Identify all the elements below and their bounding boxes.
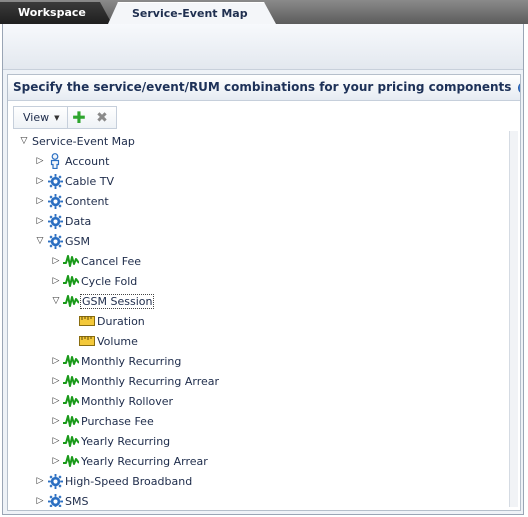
delete-button[interactable]: ✖ (91, 107, 114, 128)
tab-label: Workspace (18, 6, 86, 19)
tree-node-label[interactable]: Monthly Recurring Arrear (80, 375, 220, 388)
tree-node[interactable]: ▽ Service-Event Map (17, 131, 136, 151)
gear-icon (47, 473, 63, 489)
expand-triangle-icon[interactable]: ▷ (33, 196, 47, 206)
expand-triangle-icon[interactable]: ▷ (49, 396, 63, 406)
tree-node-label[interactable]: Service-Event Map (31, 135, 136, 148)
tree-node[interactable]: ▷ Account (33, 151, 110, 171)
tree-node-label[interactable]: Cancel Fee (80, 255, 142, 268)
tree-toolbar: View ▼ ✚ ✖ (13, 106, 117, 129)
gear-icon (47, 213, 63, 229)
tab-label: Service-Event Map (132, 7, 248, 20)
x-icon: ✖ (96, 109, 108, 126)
page-frame: Specify the service/event/RUM combinatio… (2, 24, 524, 515)
add-button[interactable]: ✚ (68, 107, 91, 128)
tree-node[interactable]: ▷ Cable TV (33, 171, 115, 191)
tree-node[interactable]: ▷ Content (33, 191, 110, 211)
tree-node-label[interactable]: Duration (96, 315, 146, 328)
gear-icon (47, 173, 63, 189)
event-icon (63, 393, 79, 409)
header-band (3, 24, 523, 70)
tab-workspace[interactable]: Workspace (0, 2, 112, 24)
tree-node[interactable]: ▽ GSM Session (49, 291, 155, 311)
expand-triangle-icon[interactable]: ▷ (33, 156, 47, 166)
panel-title: Specify the service/event/RUM combinatio… (13, 80, 512, 94)
tree-node-label[interactable]: High-Speed Broadband (64, 475, 193, 488)
tree-node[interactable]: ▷ Purchase Fee (49, 411, 155, 431)
tree-node-label[interactable]: Data (64, 215, 92, 228)
help-icon[interactable]: ? (517, 81, 520, 94)
person-icon (47, 153, 63, 169)
expand-triangle-icon[interactable]: ▷ (49, 456, 63, 466)
tree-node-label[interactable]: Yearly Recurring Arrear (80, 455, 209, 468)
tree-node[interactable]: ▷ Monthly Rollover (49, 391, 174, 411)
tree-node-label[interactable]: GSM (64, 235, 91, 248)
expand-triangle-icon[interactable]: ▷ (49, 416, 63, 426)
tree-node[interactable]: ▷ Monthly Recurring Arrear (49, 371, 220, 391)
expand-triangle-icon[interactable]: ▷ (33, 216, 47, 226)
event-icon (63, 293, 79, 309)
tree-node-label[interactable]: Purchase Fee (80, 415, 155, 428)
tree-node-label[interactable]: Monthly Recurring (80, 355, 182, 368)
gear-icon (47, 493, 63, 507)
collapse-triangle-icon[interactable]: ▽ (33, 236, 47, 246)
panel-header: Specify the service/event/RUM combinatio… (8, 75, 520, 101)
tree-node-label[interactable]: Cycle Fold (80, 275, 138, 288)
expand-triangle-icon[interactable]: ▷ (49, 376, 63, 386)
tree-node-label[interactable]: SMS (64, 495, 89, 508)
tree-node[interactable]: ▷ Yearly Recurring Arrear (49, 451, 209, 471)
service-event-tree: ▽ Service-Event Map ▷ Account ▷ Cable TV ▷ Cont… (13, 131, 506, 507)
tree-node[interactable]: ▷ High-Speed Broadband (33, 471, 193, 491)
tree-node-label[interactable]: Monthly Rollover (80, 395, 174, 408)
tree-node[interactable]: ▷ Data (33, 211, 92, 231)
event-icon (63, 273, 79, 289)
tree-node[interactable]: Volume (65, 331, 139, 351)
tree-node-label[interactable]: Content (64, 195, 110, 208)
tree-node-label[interactable]: Yearly Recurring (80, 435, 171, 448)
gear-icon (47, 233, 63, 249)
expand-triangle-icon[interactable]: ▷ (33, 496, 47, 506)
rum-icon (79, 333, 95, 349)
event-icon (63, 453, 79, 469)
collapse-triangle-icon[interactable]: ▽ (49, 296, 63, 306)
tree-node-label[interactable]: GSM Session (80, 293, 155, 309)
expand-triangle-icon[interactable]: ▷ (49, 256, 63, 266)
tree-node-label[interactable]: Account (64, 155, 110, 168)
collapse-triangle-icon[interactable]: ▽ (17, 136, 31, 146)
tree-node[interactable]: ▷ Monthly Recurring (49, 351, 182, 371)
plus-icon: ✚ (72, 108, 86, 127)
view-menu-button[interactable]: View ▼ (14, 107, 68, 128)
vertical-scrollbar[interactable] (509, 131, 518, 507)
tree-node[interactable]: ▽ GSM (33, 231, 91, 251)
expand-triangle-icon[interactable]: ▷ (49, 276, 63, 286)
service-event-panel: Specify the service/event/RUM combinatio… (7, 74, 521, 511)
expand-triangle-icon[interactable]: ▷ (49, 436, 63, 446)
tree-node[interactable]: ▷ Cycle Fold (49, 271, 138, 291)
event-icon (63, 433, 79, 449)
expand-triangle-icon[interactable]: ▷ (33, 176, 47, 186)
tree-node-label[interactable]: Volume (96, 335, 139, 348)
tree-node[interactable]: ▷ SMS (33, 491, 89, 507)
tree-node[interactable]: Duration (65, 311, 146, 331)
gear-icon (47, 193, 63, 209)
expand-triangle-icon[interactable]: ▷ (49, 356, 63, 366)
view-menu-label: View (23, 111, 50, 124)
tab-bar: Workspace Service-Event Map (0, 0, 528, 24)
event-icon (63, 253, 79, 269)
caret-down-icon: ▼ (54, 113, 60, 122)
event-icon (63, 373, 79, 389)
rum-icon (79, 313, 95, 329)
tree-node[interactable]: ▷ Cancel Fee (49, 251, 142, 271)
tree-node[interactable]: ▷ Yearly Recurring (49, 431, 171, 451)
tree-node-label[interactable]: Cable TV (64, 175, 115, 188)
event-icon (63, 413, 79, 429)
expand-triangle-icon[interactable]: ▷ (33, 476, 47, 486)
event-icon (63, 353, 79, 369)
tab-service-event-map[interactable]: Service-Event Map (108, 2, 276, 24)
